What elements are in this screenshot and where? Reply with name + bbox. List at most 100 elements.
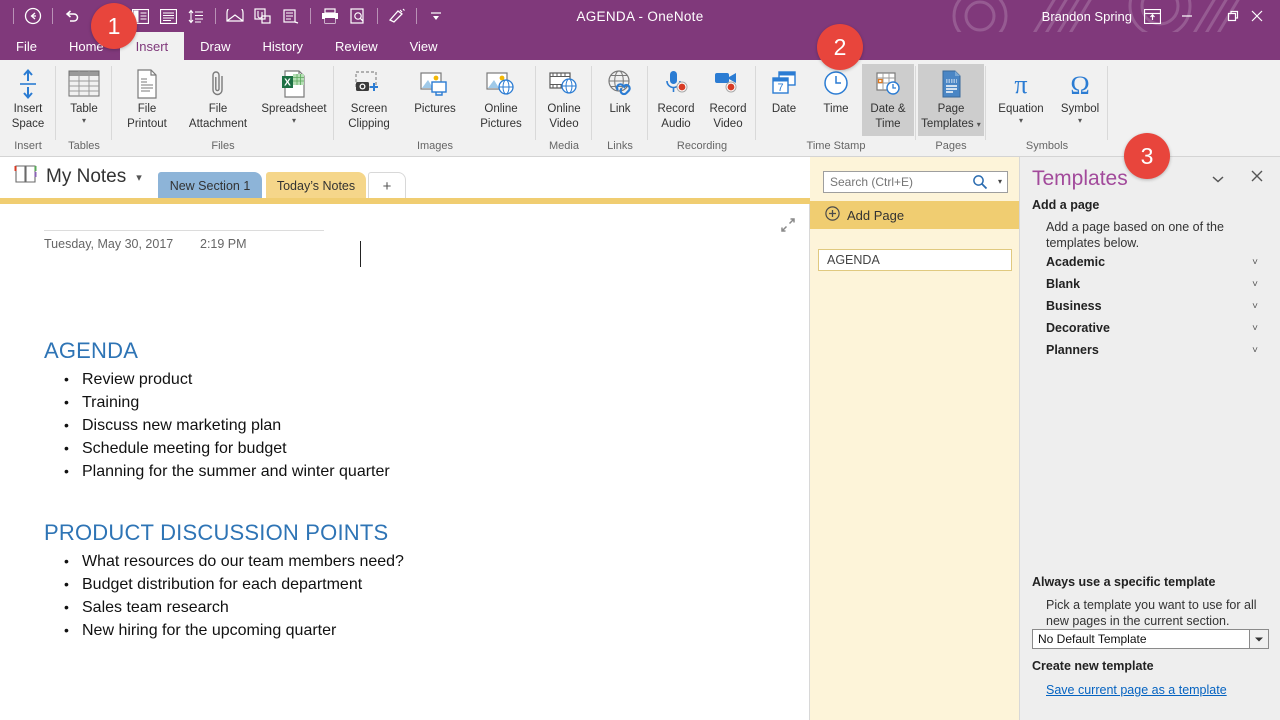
screen-clipping-button[interactable]: Screen Clipping [336,64,402,136]
spreadsheet-button[interactable]: X Spreadsheet ▾ [256,64,332,136]
paragraph-spacing-icon[interactable] [182,2,210,30]
record-audio-button[interactable]: Record Audio [650,64,702,136]
email-page-icon[interactable] [221,2,249,30]
insert-space-button[interactable]: Insert Space [2,64,54,136]
equation-dropdown-caret-icon[interactable]: ▾ [1019,116,1023,125]
template-category-decorative[interactable]: Decorative ˅ [1046,317,1280,339]
online-pictures-icon [485,67,517,101]
online-pictures-label-2: Pictures [480,117,522,130]
insert-space-icon [15,67,41,101]
date-and-time-button[interactable]: Date & Time [862,64,914,136]
record-video-label-2: Video [713,117,743,130]
minimize-icon[interactable] [1164,0,1210,32]
tab-file[interactable]: File [0,32,53,60]
customize-quick-access-toolbar-icon[interactable] [422,2,450,30]
list-item: Schedule meeting for budget [44,437,390,460]
callout-badge-3: 3 [1124,133,1170,179]
symbol-dropdown-caret-icon[interactable]: ▾ [1078,116,1082,125]
date-button[interactable]: 7 Date [758,64,810,136]
file-attachment-button[interactable]: File Attachment [180,64,256,136]
task-pane-menu-caret-icon[interactable] [1212,175,1224,186]
search-dropdown-caret-icon[interactable]: ▾ [998,177,1002,186]
pictures-button[interactable]: Pictures [402,64,468,136]
chevron-down-icon[interactable]: ˅ [1252,301,1258,312]
full-page-view-icon[interactable] [154,2,182,30]
online-pictures-button[interactable]: Online Pictures [468,64,534,136]
link-button[interactable]: Link [594,64,646,136]
chevron-down-icon[interactable]: ˅ [1252,257,1258,268]
add-section-button[interactable]: + [368,172,406,199]
back-icon[interactable] [19,2,47,30]
page-header-rule [44,230,324,231]
record-video-button[interactable]: Record Video [702,64,754,136]
create-new-template-heading: Create new template [1032,659,1154,673]
attach-file-icon[interactable] [249,2,277,30]
page-list-item-agenda[interactable]: AGENDA [818,249,1012,271]
note-heading-product-discussion-points: PRODUCT DISCUSSION POINTS [44,520,389,545]
note-block-agenda[interactable]: AGENDA Review product Training Discuss n… [44,338,390,483]
equation-button[interactable]: π Equation ▾ [988,64,1054,136]
table-dropdown-caret-icon[interactable]: ▾ [82,116,86,125]
print-icon[interactable] [316,2,344,30]
tab-review[interactable]: Review [319,32,394,60]
template-category-planners[interactable]: Planners ˅ [1046,339,1280,361]
table-button[interactable]: Table ▾ [58,64,110,136]
note-list-product-discussion-points: What resources do our team members need?… [44,550,404,642]
template-category-business[interactable]: Business ˅ [1046,295,1280,317]
tab-history[interactable]: History [247,32,319,60]
list-item: Budget distribution for each department [44,573,404,596]
add-page-icon [825,206,840,224]
group-label-symbols: Symbols [1025,140,1069,152]
ribbon-group-media: Online Video Media [536,60,592,156]
format-painter-icon[interactable] [383,2,411,30]
record-audio-label-1: Record [657,103,695,115]
tab-draw[interactable]: Draw [184,32,246,60]
chevron-down-icon[interactable]: ˅ [1252,279,1258,290]
pictures-label: Pictures [414,103,456,115]
page-templates-dropdown-caret-icon[interactable]: ▾ [977,120,981,129]
notebook-selector[interactable]: My Notes ▾ [14,164,142,190]
note-page-canvas[interactable]: Tuesday, May 30, 2017 2:19 PM AGENDA Rev… [0,204,810,720]
note-block-product-discussion-points[interactable]: PRODUCT DISCUSSION POINTS What resources… [44,520,404,642]
online-video-button[interactable]: Online Video [538,64,590,136]
page-preview-icon[interactable] [344,2,372,30]
undo-icon[interactable] [58,2,86,30]
qat-separator [416,8,417,24]
section-tab-new-section-1[interactable]: New Section 1 [158,172,262,199]
chevron-down-icon[interactable]: ˅ [1252,323,1258,334]
close-icon[interactable] [1234,0,1280,32]
qat-separator [52,8,53,24]
search-container: ▾ [823,171,1008,193]
template-category-academic[interactable]: Academic ˅ [1046,251,1280,273]
save-current-page-as-template-link[interactable]: Save current page as a template [1046,683,1227,697]
always-use-template-heading: Always use a specific template [1032,575,1216,589]
record-video-label-1: Record [709,103,747,115]
add-page-button[interactable]: Add Page [810,201,1019,229]
online-video-icon [548,67,580,101]
tab-view[interactable]: View [394,32,454,60]
chevron-down-icon[interactable]: ˅ [1252,345,1258,356]
file-printout-button[interactable]: File Printout [114,64,180,136]
template-category-academic-label: Academic [1046,255,1106,269]
add-a-page-description: Add a page based on one of the templates… [1046,220,1224,250]
default-template-select[interactable]: No Default Template [1032,629,1269,649]
notebook-caret-icon[interactable]: ▾ [136,171,142,184]
expand-page-icon[interactable] [779,216,797,234]
symbol-button[interactable]: Ω Symbol ▾ [1054,64,1106,136]
template-category-blank[interactable]: Blank ˅ [1046,273,1280,295]
print-preview-icon[interactable] [277,2,305,30]
time-button[interactable]: Time [810,64,862,136]
ribbon-group-symbols: π Equation ▾ Ω Symbol ▾ Symbols [986,60,1108,156]
account-name[interactable]: Brandon Spring [1042,0,1132,32]
search-icon[interactable] [972,174,988,195]
chevron-down-icon[interactable] [1249,630,1268,648]
text-cursor [360,241,361,267]
task-pane-close-icon[interactable] [1250,169,1264,188]
onenote-window: AGENDA - OneNote Brandon Spring File Hom… [0,0,1280,720]
svg-text:X: X [284,78,291,89]
page-templates-button[interactable]: Page Templates ▾ [918,64,984,136]
quick-access-toolbar[interactable] [8,0,450,32]
ribbon-tab-bar[interactable]: File Home Insert Draw History Review Vie… [0,32,1280,60]
section-tab-todays-notes[interactable]: Today’s Notes [266,172,366,199]
spreadsheet-dropdown-caret-icon[interactable]: ▾ [292,116,296,125]
